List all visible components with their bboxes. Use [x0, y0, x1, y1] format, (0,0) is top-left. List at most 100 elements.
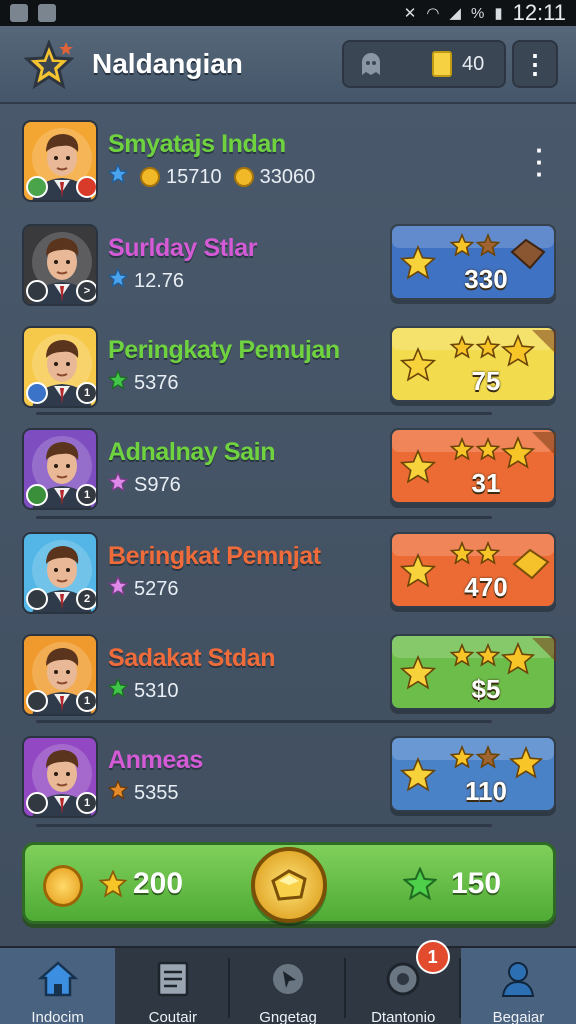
row-divider — [36, 720, 492, 723]
level-badge-icon — [26, 176, 48, 198]
list-item[interactable]: Smyatajs Indan 15710 33060 · · · — [22, 120, 558, 206]
reward-card[interactable]: $5 — [390, 634, 556, 710]
list-item[interactable]: 1 Sadakat Stdan 5310 $5 — [22, 634, 558, 720]
avatar[interactable]: 1 — [22, 736, 98, 818]
target-icon — [384, 960, 422, 1003]
reward-card-value: 75 — [471, 366, 501, 396]
gold-star-icon — [99, 870, 127, 898]
reward-card[interactable]: 470 — [390, 532, 556, 608]
nav-label: Coutair — [148, 1009, 197, 1024]
reward-bar[interactable]: 200 150 — [22, 842, 556, 924]
player-name: Anmeas — [108, 746, 203, 774]
profile-icon — [499, 960, 537, 1003]
avatar[interactable]: 1 — [22, 326, 98, 408]
pink-star-icon — [107, 471, 129, 492]
cursor-icon — [270, 960, 306, 1003]
nav-item-home[interactable]: Indocim — [0, 948, 116, 1024]
row-more-button[interactable]: · · · — [535, 137, 544, 187]
reward-card[interactable]: 110 — [390, 736, 556, 812]
green-star-icon — [107, 369, 129, 390]
avatar[interactable]: 1 — [22, 634, 98, 716]
bottom-navigation: Indocim Coutair Gngetag Dtantonio 1 Bega… — [0, 940, 576, 1024]
player-name: Peringkaty Pemujan — [108, 336, 340, 364]
avatar[interactable]: 2 — [22, 532, 98, 614]
rank-badge: 1 — [76, 690, 96, 712]
player-stats: S976 — [107, 471, 181, 498]
level-badge-icon — [26, 588, 48, 610]
player-stats: 5276 — [107, 575, 179, 602]
level-badge-icon — [26, 690, 48, 712]
app-header: Naldangian 40 ⋮ — [0, 26, 576, 104]
coin-icon — [233, 167, 254, 187]
signal-icon: ◢ — [449, 5, 461, 22]
stat-value: 5310 — [134, 679, 179, 702]
player-name: Beringkat Pemnjat — [108, 542, 321, 570]
gold-nugget-icon — [271, 869, 307, 901]
list-item[interactable]: > Surlday Stlar 12.76 330 — [22, 224, 558, 310]
home-icon — [37, 960, 78, 1003]
list-item[interactable]: 1 Peringkaty Pemujan 5376 75 — [22, 326, 558, 412]
reward-card-value: 470 — [464, 572, 508, 602]
reward-card-value: $5 — [471, 674, 501, 704]
blue-star-icon — [107, 163, 129, 184]
player-stats: 12.76 — [107, 267, 185, 294]
row-divider — [36, 824, 492, 827]
nav-item-document[interactable]: Coutair — [115, 948, 231, 1024]
clock: 12:11 — [512, 0, 566, 25]
reward-card[interactable]: 75 — [390, 326, 556, 402]
document-icon — [155, 960, 191, 1003]
blue-star-icon — [107, 267, 129, 288]
nav-item-profile[interactable]: Begaiar — [460, 948, 576, 1024]
player-stats: 5310 — [107, 677, 179, 704]
menu-button[interactable]: ⋮ — [512, 40, 558, 88]
player-stats: 5376 — [107, 369, 179, 396]
reward-card-value: 110 — [465, 776, 507, 806]
coin-value-a: 15710 — [166, 165, 222, 188]
gold-card-icon — [432, 51, 452, 77]
nav-item-cursor[interactable]: Gngetag — [230, 948, 346, 1024]
rank-badge: 1 — [76, 382, 96, 404]
pink-star-icon — [107, 575, 129, 596]
status-bar: ✕ ◠ ◢ % ▮ 12:11 — [0, 0, 576, 26]
avatar[interactable]: 1 — [22, 428, 98, 510]
rank-badge: 2 — [76, 588, 96, 610]
battery-percent: % — [470, 4, 485, 22]
app-title: Naldangian — [92, 48, 243, 79]
reward-card-value: 330 — [464, 264, 508, 294]
nav-item-target[interactable]: Dtantonio 1 — [346, 940, 461, 1024]
player-stats: 15710 33060 — [107, 163, 315, 190]
status-badge-icon — [76, 176, 96, 198]
list-item[interactable]: 1 Anmeas 5355 110 — [22, 736, 558, 822]
stat-value: 12.76 — [134, 269, 185, 292]
nav-label: Indocim — [31, 1009, 84, 1024]
avatar[interactable] — [22, 120, 98, 202]
reward-card[interactable]: 31 — [390, 428, 556, 504]
gold-nugget-button[interactable] — [251, 847, 327, 923]
list-item[interactable]: 2 Beringkat Pemnjat 5276 470 — [22, 532, 558, 618]
reward-right-group: 150 — [403, 867, 501, 901]
currency-panel[interactable]: 40 — [342, 40, 506, 88]
currency-count: 40 — [462, 52, 485, 75]
gear-coin-icon — [107, 779, 129, 800]
gold-coin-icon — [43, 865, 83, 907]
ghost-icon[interactable] — [358, 51, 384, 77]
row-divider — [36, 516, 492, 519]
nav-label: Gngetag — [259, 1009, 317, 1024]
battery-icon: ▮ — [494, 5, 503, 22]
stat-value: S976 — [134, 473, 181, 496]
row-divider — [36, 412, 492, 415]
star-logo-icon[interactable] — [24, 40, 74, 90]
level-badge-icon — [26, 280, 48, 302]
reward-right-value: 150 — [451, 867, 502, 900]
green-star-icon — [107, 677, 129, 698]
stat-value: 5376 — [134, 371, 179, 394]
coin-icon — [140, 167, 160, 187]
rank-badge: 1 — [76, 792, 96, 814]
reward-card[interactable]: 330 — [390, 224, 556, 300]
player-name: Sadakat Stdan — [108, 644, 276, 672]
player-stats: 5355 — [107, 779, 179, 806]
avatar[interactable]: > — [22, 224, 98, 306]
reward-left-group: 200 — [99, 867, 183, 901]
app-notification-icon — [10, 4, 28, 22]
list-item[interactable]: 1 Adnalnay Sain S976 31 — [22, 428, 558, 514]
